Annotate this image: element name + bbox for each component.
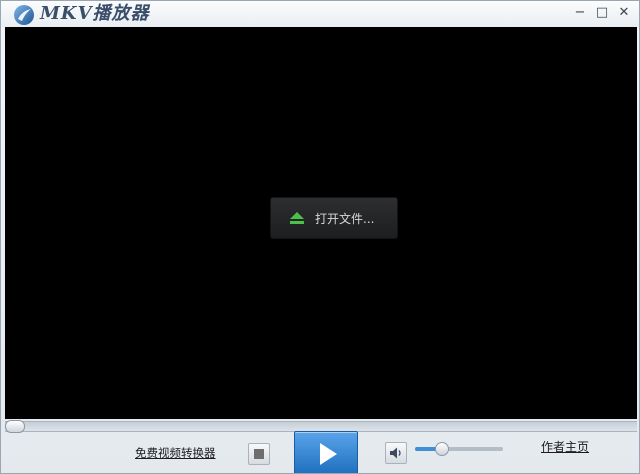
minimize-button[interactable]: − bbox=[571, 4, 589, 22]
open-file-button[interactable]: 打开文件... bbox=[271, 198, 397, 238]
free-video-converter-link[interactable]: 免费视频转换器 bbox=[135, 445, 216, 461]
eject-icon bbox=[290, 212, 304, 224]
player-window: MKV播放器 − □ ✕ 打开文件... 免费视频转换器 作者主页 bbox=[0, 0, 640, 474]
volume-slider[interactable] bbox=[415, 442, 503, 456]
author-homepage-link[interactable]: 作者主页 bbox=[541, 438, 589, 455]
play-button[interactable] bbox=[294, 431, 358, 473]
video-display[interactable]: 打开文件... bbox=[5, 27, 637, 419]
maximize-button[interactable]: □ bbox=[593, 4, 611, 22]
window-controls: − □ ✕ bbox=[571, 4, 633, 22]
progress-thumb[interactable] bbox=[5, 420, 25, 433]
volume-thumb[interactable] bbox=[435, 442, 450, 456]
stop-button[interactable] bbox=[248, 443, 270, 465]
speaker-icon bbox=[390, 447, 401, 459]
volume-button[interactable] bbox=[385, 442, 407, 464]
stop-icon bbox=[254, 449, 264, 459]
open-file-label: 打开文件... bbox=[315, 211, 375, 226]
app-logo-icon bbox=[14, 5, 34, 25]
title-bar[interactable]: MKV播放器 − □ ✕ bbox=[1, 1, 639, 27]
app-title: MKV播放器 bbox=[40, 3, 150, 24]
play-icon bbox=[320, 443, 337, 465]
close-button[interactable]: ✕ bbox=[615, 4, 633, 22]
